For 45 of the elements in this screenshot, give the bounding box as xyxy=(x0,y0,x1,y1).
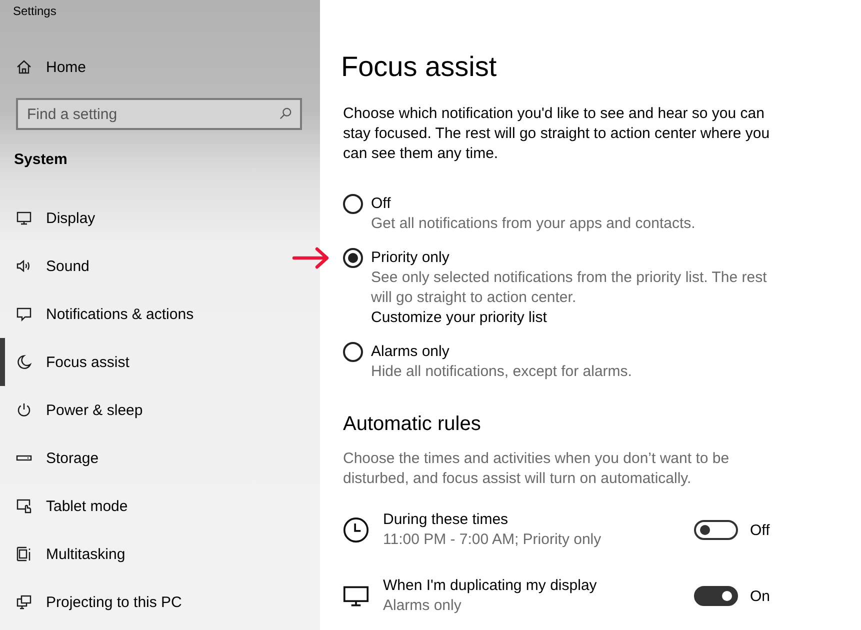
radio-button[interactable] xyxy=(343,194,363,214)
sidebar-item[interactable]: Multitasking xyxy=(0,530,320,578)
toggle-state-label: Off xyxy=(750,522,770,538)
radio-label[interactable]: Alarms only xyxy=(371,342,450,362)
intro-text: Choose which notification you'd like to see and hear so you can stay focused. The rest will go straight to action center where you can see them any time. xyxy=(343,104,771,164)
toggle-switch[interactable] xyxy=(694,520,738,540)
toggle-state-label: On xyxy=(750,588,770,604)
option-description: Hide all notifications, except for alarms. xyxy=(371,362,632,382)
section-heading: Automatic rules xyxy=(343,412,481,437)
window-title: Settings xyxy=(12,3,56,20)
tablet-hand-icon xyxy=(16,498,32,514)
option-description: See only selected notifications from the priority list. The rest will go straight to action center. xyxy=(371,268,768,308)
rule-title[interactable]: During these times xyxy=(383,510,508,530)
clock-icon xyxy=(343,517,369,543)
multitasking-icon xyxy=(16,546,32,562)
section-heading: System xyxy=(14,150,68,170)
sidebar-item[interactable]: Notifications & actions xyxy=(0,290,320,338)
option-description: Get all notifications from your apps and contacts. xyxy=(371,214,696,234)
speaker-icon xyxy=(16,258,32,274)
speech-bubble-icon xyxy=(16,306,32,322)
sidebar-item[interactable]: Projecting to this PC xyxy=(0,578,320,626)
radio-label[interactable]: Off xyxy=(371,194,391,214)
home-button[interactable]: Home xyxy=(0,47,98,87)
home-icon xyxy=(16,59,32,75)
monitor-icon xyxy=(16,210,32,226)
rule-detail: 11:00 PM - 7:00 AM; Priority only xyxy=(383,530,602,550)
sidebar-item[interactable]: Sound xyxy=(0,242,320,290)
page-title: Focus assist xyxy=(341,50,497,84)
rule-title[interactable]: When I'm duplicating my display xyxy=(383,576,597,596)
rule-detail: Alarms only xyxy=(383,596,462,616)
section-description: Choose the times and activities when you don’t want to be disturbed, and focus assist will turn on automatically. xyxy=(343,449,730,489)
customize-link[interactable]: Customize your priority list xyxy=(371,309,547,326)
sidebar-item[interactable]: Tablet mode xyxy=(0,482,320,530)
sidebar-item[interactable]: Storage xyxy=(0,434,320,482)
sidebar-item[interactable]: Display xyxy=(0,194,320,242)
sidebar-item[interactable]: Power & sleep xyxy=(0,386,320,434)
power-icon xyxy=(16,402,32,418)
moon-icon xyxy=(16,354,32,370)
search-field[interactable]: Find a setting xyxy=(16,98,302,130)
radio-button[interactable] xyxy=(343,248,363,268)
screens-icon xyxy=(16,594,32,610)
toggle-switch[interactable] xyxy=(694,586,738,606)
radio-button[interactable] xyxy=(343,342,363,362)
radio-label[interactable]: Priority only xyxy=(371,248,450,268)
search-icon xyxy=(279,107,292,120)
